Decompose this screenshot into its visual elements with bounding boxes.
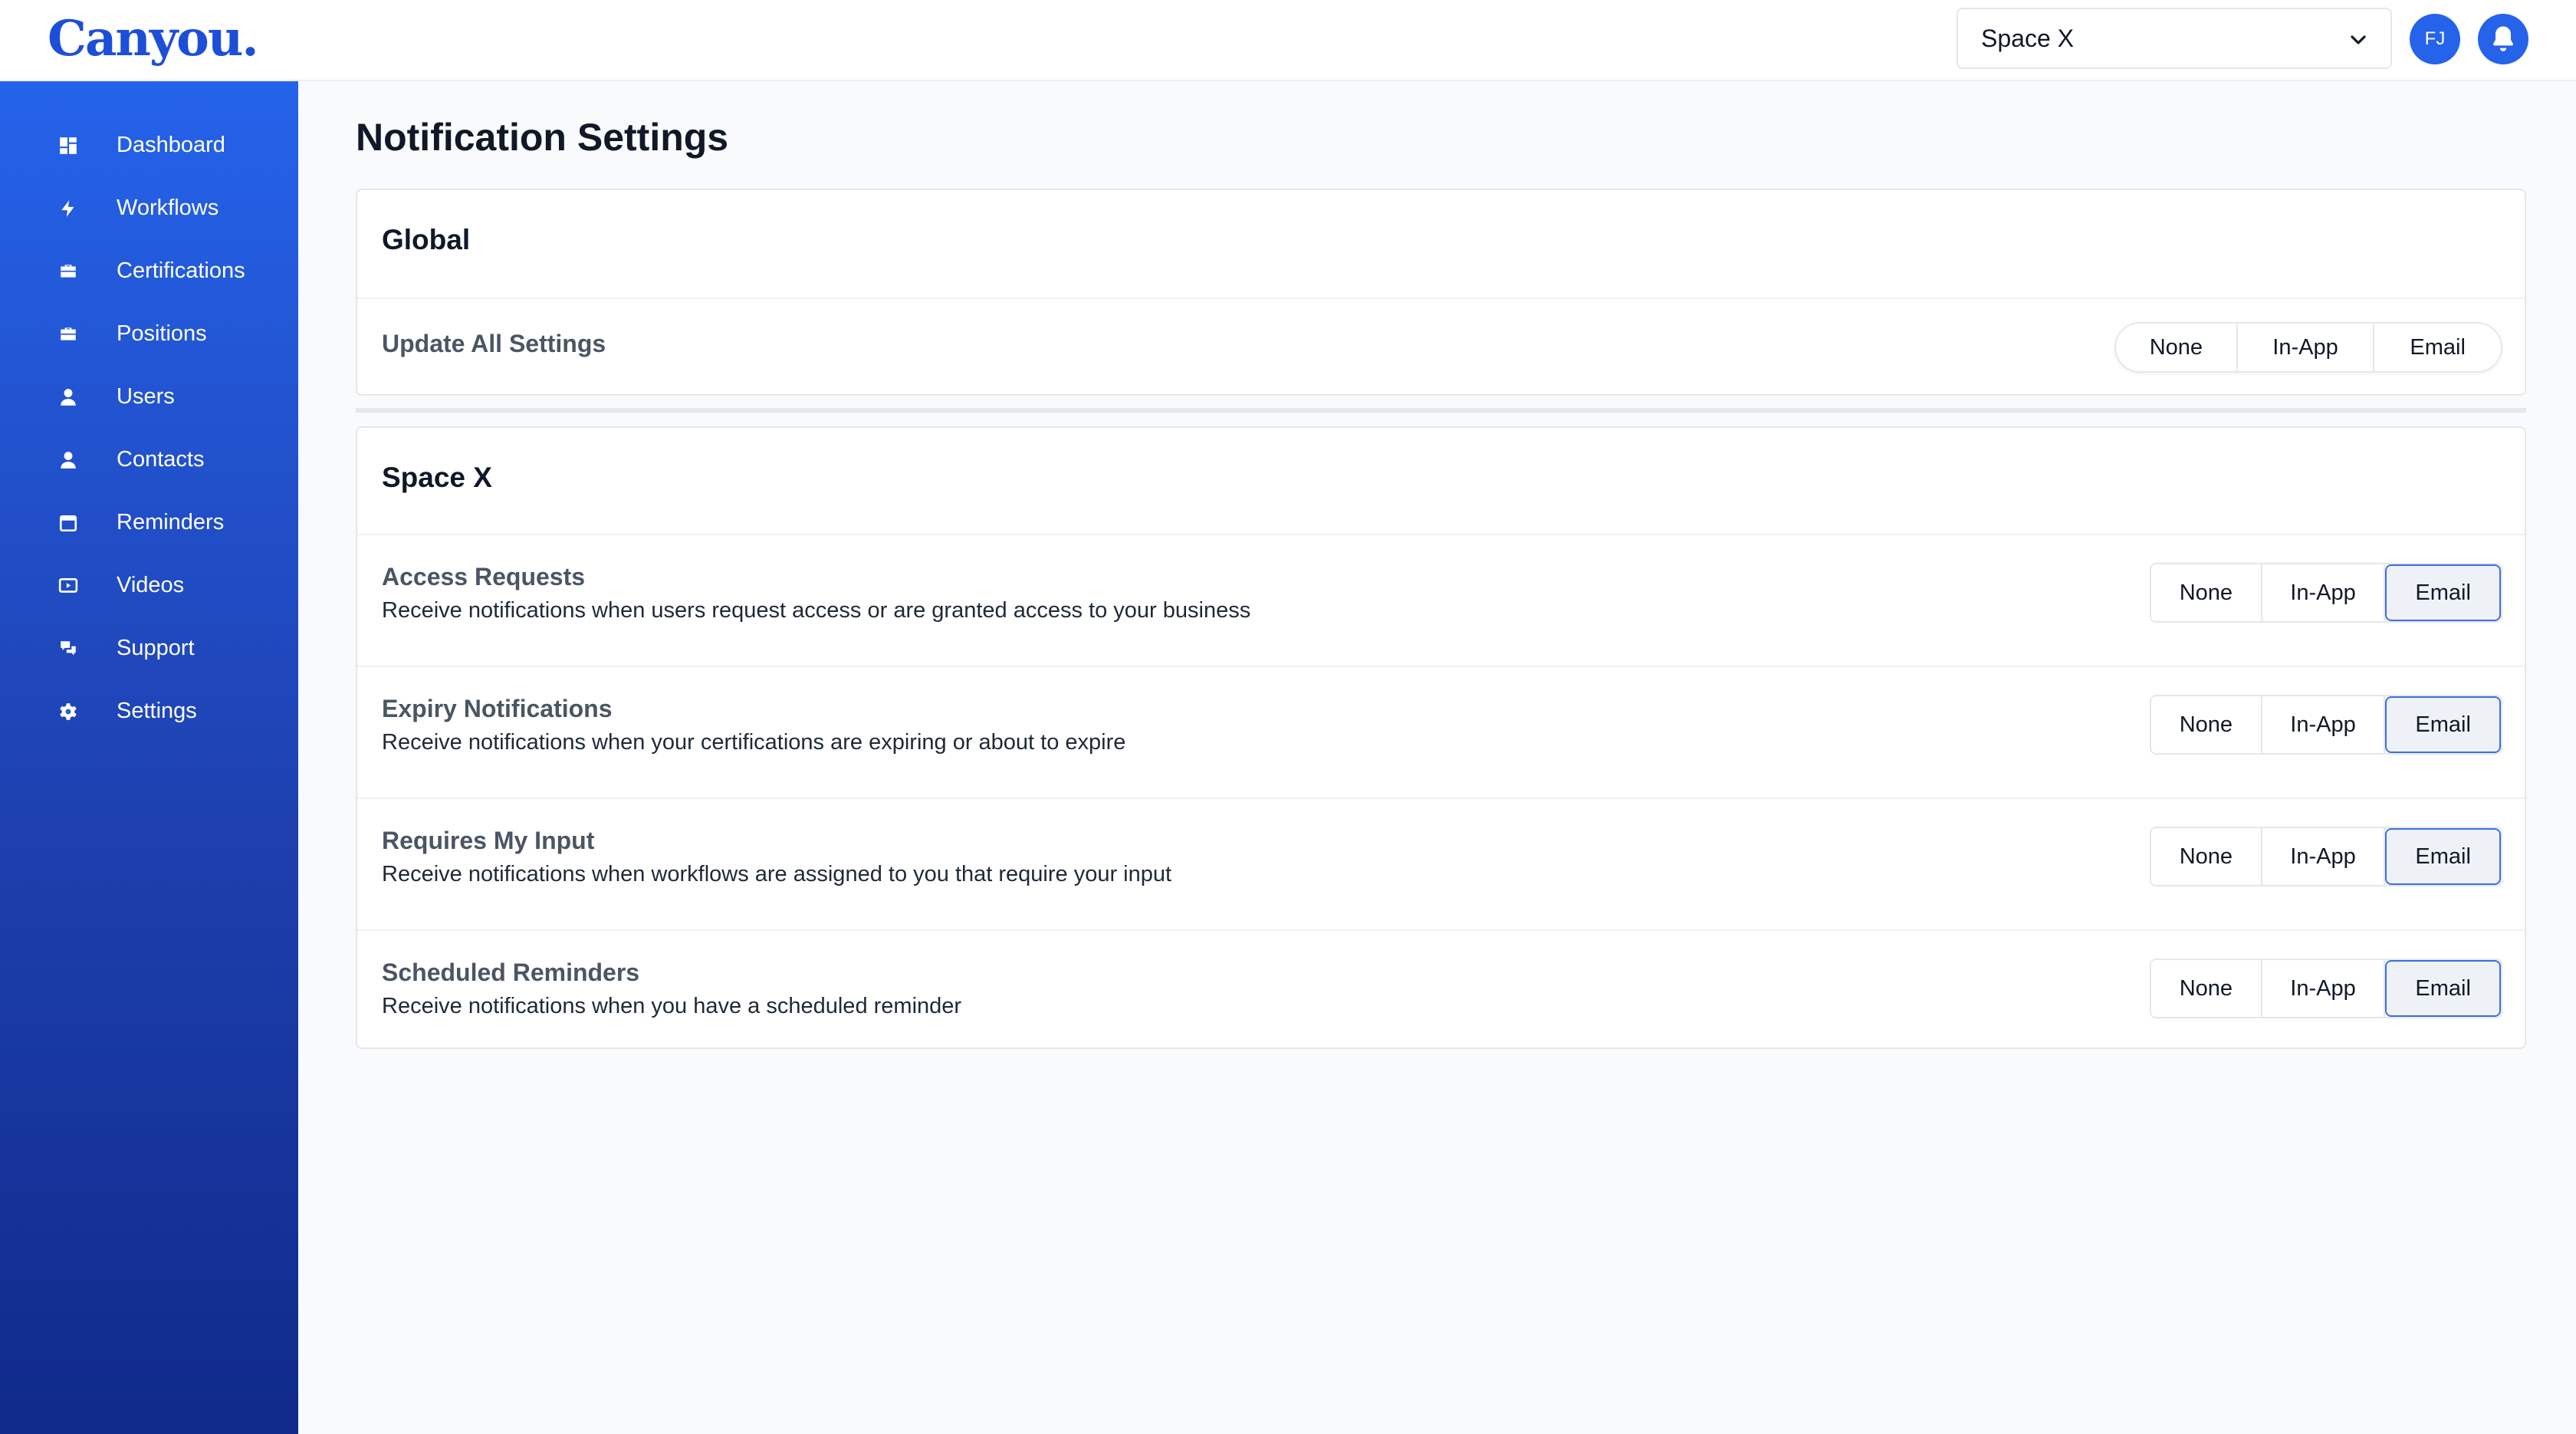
scheduled-reminders-none-option[interactable]: None (2151, 960, 2262, 1017)
row-divider (357, 298, 2525, 299)
row-divider (357, 929, 2525, 931)
space-selector-value: Space X (1981, 24, 2074, 52)
update-all-segmented-control: None In-App Email (2114, 322, 2502, 373)
global-settings-card: Global Update All Settings None In-App E… (356, 189, 2526, 396)
space-selector[interactable]: Space X (1957, 8, 2392, 69)
scheduled-reminders-in-app-option[interactable]: In-App (2262, 960, 2386, 1017)
row-description: Receive notifications when users request… (382, 598, 1251, 623)
user-icon (61, 452, 76, 469)
requires-my-input-none-option[interactable]: None (2151, 828, 2262, 885)
sidebar-item-positions[interactable]: Positions (0, 307, 298, 360)
sidebar-item-users[interactable]: Users (0, 370, 298, 423)
notifications-button[interactable] (2478, 14, 2528, 64)
requires-my-input-in-app-option[interactable]: In-App (2262, 828, 2386, 885)
sidebar-item-reminders[interactable]: Reminders (0, 495, 298, 549)
user-avatar[interactable]: FJ (2410, 14, 2460, 64)
sidebar-item-dashboard[interactable]: Dashboard (0, 118, 298, 172)
sidebar-item-label: Support (117, 636, 195, 660)
sidebar-item-label: Videos (117, 573, 185, 597)
access-requests-segmented-control: None In-App Email (2150, 563, 2502, 623)
row-title: Requires My Input (382, 827, 595, 854)
sidebar: Dashboard Workflows Certifications Posit… (0, 81, 298, 1434)
canyou-logo[interactable]: Canyou. (48, 5, 259, 74)
scheduled-reminders-email-option[interactable]: Email (2385, 960, 2501, 1017)
access-requests-none-option[interactable]: None (2151, 564, 2262, 621)
avatar-initials: FJ (2424, 28, 2446, 49)
sidebar-item-label: Workflows (117, 196, 219, 220)
row-title: Expiry Notifications (382, 695, 613, 722)
sidebar-item-support[interactable]: Support (0, 621, 298, 675)
sidebar-item-videos[interactable]: Videos (0, 558, 298, 612)
sidebar-item-label: Contacts (117, 447, 205, 472)
update-all-email-option[interactable]: Email (2374, 324, 2501, 371)
row-divider (357, 534, 2525, 535)
briefcase-icon (61, 265, 76, 278)
bolt-icon (61, 200, 74, 217)
scheduled-reminders-segmented-control: None In-App Email (2150, 959, 2502, 1018)
page-title: Notification Settings (356, 116, 729, 159)
row-description: Receive notifications when your certific… (382, 730, 1126, 755)
briefcase-icon (61, 327, 76, 340)
access-requests-email-option[interactable]: Email (2385, 564, 2501, 621)
calendar-icon (59, 515, 77, 532)
sidebar-item-label: Settings (117, 699, 197, 723)
update-all-in-app-option[interactable]: In-App (2237, 324, 2375, 371)
video-icon (58, 578, 78, 593)
expiry-notifications-email-option[interactable]: Email (2385, 696, 2501, 753)
access-requests-in-app-option[interactable]: In-App (2262, 564, 2386, 621)
row-title: Scheduled Reminders (382, 959, 640, 986)
bell-icon (2493, 26, 2513, 51)
row-description: Receive notifications when you have a sc… (382, 994, 962, 1018)
row-divider (357, 666, 2525, 667)
global-card-title: Global (382, 224, 471, 255)
sidebar-item-label: Positions (117, 321, 207, 346)
sidebar-item-label: Users (117, 384, 175, 409)
sidebar-item-workflows[interactable]: Workflows (0, 181, 298, 235)
sidebar-item-certifications[interactable]: Certifications (0, 244, 298, 298)
requires-my-input-segmented-control: None In-App Email (2150, 827, 2502, 886)
row-title: Access Requests (382, 563, 586, 590)
expiry-notifications-in-app-option[interactable]: In-App (2262, 696, 2386, 753)
gear-icon (60, 703, 77, 720)
update-all-none-option[interactable]: None (2116, 324, 2238, 371)
space-card-title: Space X (382, 462, 492, 493)
dashboard-icon (60, 137, 77, 154)
chevron-down-icon (2351, 35, 2366, 44)
sidebar-item-label: Reminders (117, 510, 225, 534)
space-settings-card: Space X Access Requests Receive notifica… (356, 426, 2526, 1049)
top-bar: Canyou. Space X FJ (0, 0, 2576, 81)
sidebar-item-label: Dashboard (117, 133, 225, 157)
row-divider (357, 798, 2525, 799)
support-icon (61, 641, 76, 656)
update-all-settings-label: Update All Settings (382, 330, 606, 357)
section-divider (356, 408, 2526, 413)
sidebar-item-label: Certifications (117, 258, 245, 283)
sidebar-item-settings[interactable]: Settings (0, 684, 298, 738)
expiry-notifications-segmented-control: None In-App Email (2150, 695, 2502, 755)
expiry-notifications-none-option[interactable]: None (2151, 696, 2262, 753)
user-icon (61, 389, 76, 406)
row-description: Receive notifications when workflows are… (382, 862, 1172, 886)
sidebar-item-contacts[interactable]: Contacts (0, 433, 298, 486)
requires-my-input-email-option[interactable]: Email (2385, 828, 2501, 885)
